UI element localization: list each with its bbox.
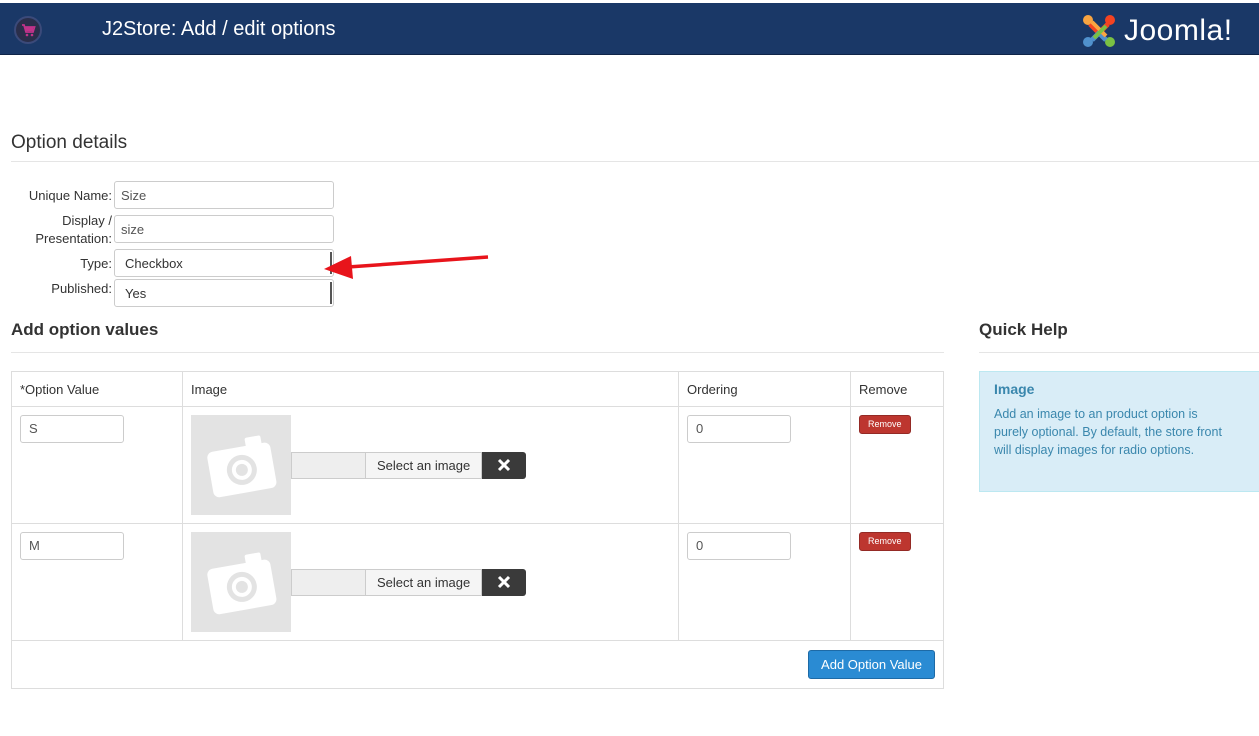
image-path-field[interactable] — [291, 568, 365, 596]
annotation-arrow-icon — [324, 255, 489, 279]
close-icon — [498, 458, 511, 472]
clear-image-button[interactable] — [482, 568, 527, 596]
display-label: Display / Presentation: — [11, 212, 112, 248]
remove-button[interactable]: Remove — [859, 415, 911, 434]
camera-placeholder-icon — [191, 415, 291, 515]
table-footer-row: Add Option Value — [11, 640, 944, 689]
quick-help-box: Image Add an image to an product option … — [979, 371, 1259, 492]
table-row: M Select an image 0 Remove — [11, 523, 944, 641]
image-picker: Select an image — [191, 415, 670, 515]
select-image-button[interactable]: Select an image — [365, 451, 483, 479]
table-header-row: *Option Value Image Ordering Remove — [11, 371, 944, 407]
option-value-input[interactable]: S — [20, 415, 124, 443]
column-header-remove: Remove — [850, 371, 944, 407]
add-option-value-button[interactable]: Add Option Value — [808, 650, 935, 679]
help-box-text: Add an image to an product option is pur… — [994, 407, 1222, 457]
table-row: S Select an image 0 Remove — [11, 406, 944, 524]
top-bar: J2Store: Add / edit options Joomla! — [0, 3, 1259, 55]
ordering-input[interactable]: 0 — [687, 415, 791, 443]
unique-name-input[interactable]: Size — [114, 181, 334, 209]
divider — [11, 161, 1259, 162]
select-image-button[interactable]: Select an image — [365, 568, 483, 596]
display-label-line2: Presentation: — [35, 231, 112, 246]
display-label-line1: Display / — [62, 213, 112, 228]
ordering-input[interactable]: 0 — [687, 532, 791, 560]
joomla-logo-icon — [1083, 15, 1115, 47]
type-select-value: Checkbox — [125, 256, 183, 271]
type-label: Type: — [80, 256, 112, 271]
display-input[interactable]: size — [114, 215, 334, 243]
app-title: J2Store: Add / edit options — [102, 18, 336, 40]
help-box-title: Image — [994, 381, 1035, 397]
column-header-option-value: *Option Value — [11, 371, 183, 407]
camera-placeholder-icon — [191, 532, 291, 632]
shopping-cart-icon — [14, 16, 42, 44]
published-select[interactable]: Yes — [114, 279, 334, 307]
published-label: Published: — [51, 281, 112, 296]
close-icon — [498, 575, 511, 589]
divider — [11, 352, 944, 353]
select-edge — [330, 282, 332, 304]
add-option-values-heading: Add option values — [11, 320, 159, 339]
divider — [979, 352, 1259, 353]
joomla-logo: Joomla! — [1080, 12, 1233, 50]
quick-help-heading: Quick Help — [979, 320, 1068, 339]
option-details-heading: Option details — [11, 132, 128, 153]
column-header-ordering: Ordering — [678, 371, 851, 407]
option-values-table: *Option Value Image Ordering Remove S Se… — [11, 371, 944, 689]
joomla-wordmark: Joomla! — [1124, 14, 1233, 47]
image-select-group: Select an image — [291, 451, 527, 479]
image-select-group: Select an image — [291, 568, 527, 596]
unique-name-label: Unique Name: — [28, 188, 112, 203]
published-select-value: Yes — [125, 286, 147, 301]
column-header-image: Image — [182, 371, 679, 407]
type-select[interactable]: Checkbox — [114, 249, 334, 277]
image-path-field[interactable] — [291, 451, 365, 479]
remove-button[interactable]: Remove — [859, 532, 911, 551]
image-picker: Select an image — [191, 532, 670, 632]
clear-image-button[interactable] — [482, 451, 527, 479]
option-value-input[interactable]: M — [20, 532, 124, 560]
